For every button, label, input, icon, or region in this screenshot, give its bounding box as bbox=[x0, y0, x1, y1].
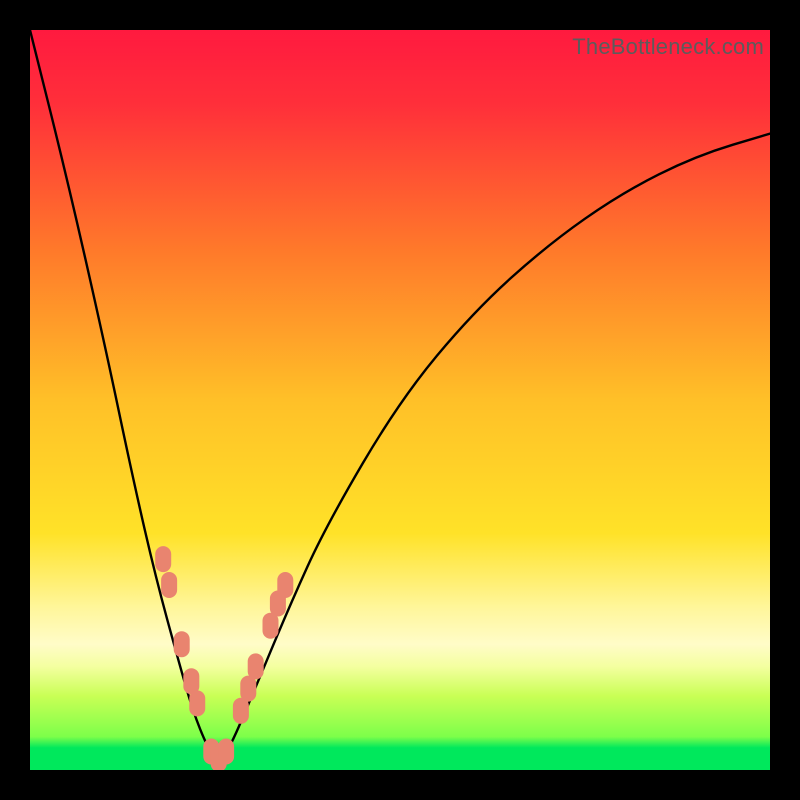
curve-marker bbox=[189, 690, 205, 716]
curve-marker bbox=[218, 739, 234, 765]
curve-marker bbox=[240, 676, 256, 702]
curve-marker bbox=[174, 631, 190, 657]
marker-group bbox=[155, 546, 293, 770]
curve-marker bbox=[248, 653, 264, 679]
curve-marker bbox=[155, 546, 171, 572]
curve-marker bbox=[233, 698, 249, 724]
bottleneck-curve bbox=[30, 30, 770, 759]
curve-marker bbox=[183, 668, 199, 694]
plot-area: TheBottleneck.com bbox=[30, 30, 770, 770]
curve-marker bbox=[277, 572, 293, 598]
outer-frame: TheBottleneck.com bbox=[0, 0, 800, 800]
chart-svg bbox=[30, 30, 770, 770]
curve-marker bbox=[263, 613, 279, 639]
curve-marker bbox=[161, 572, 177, 598]
